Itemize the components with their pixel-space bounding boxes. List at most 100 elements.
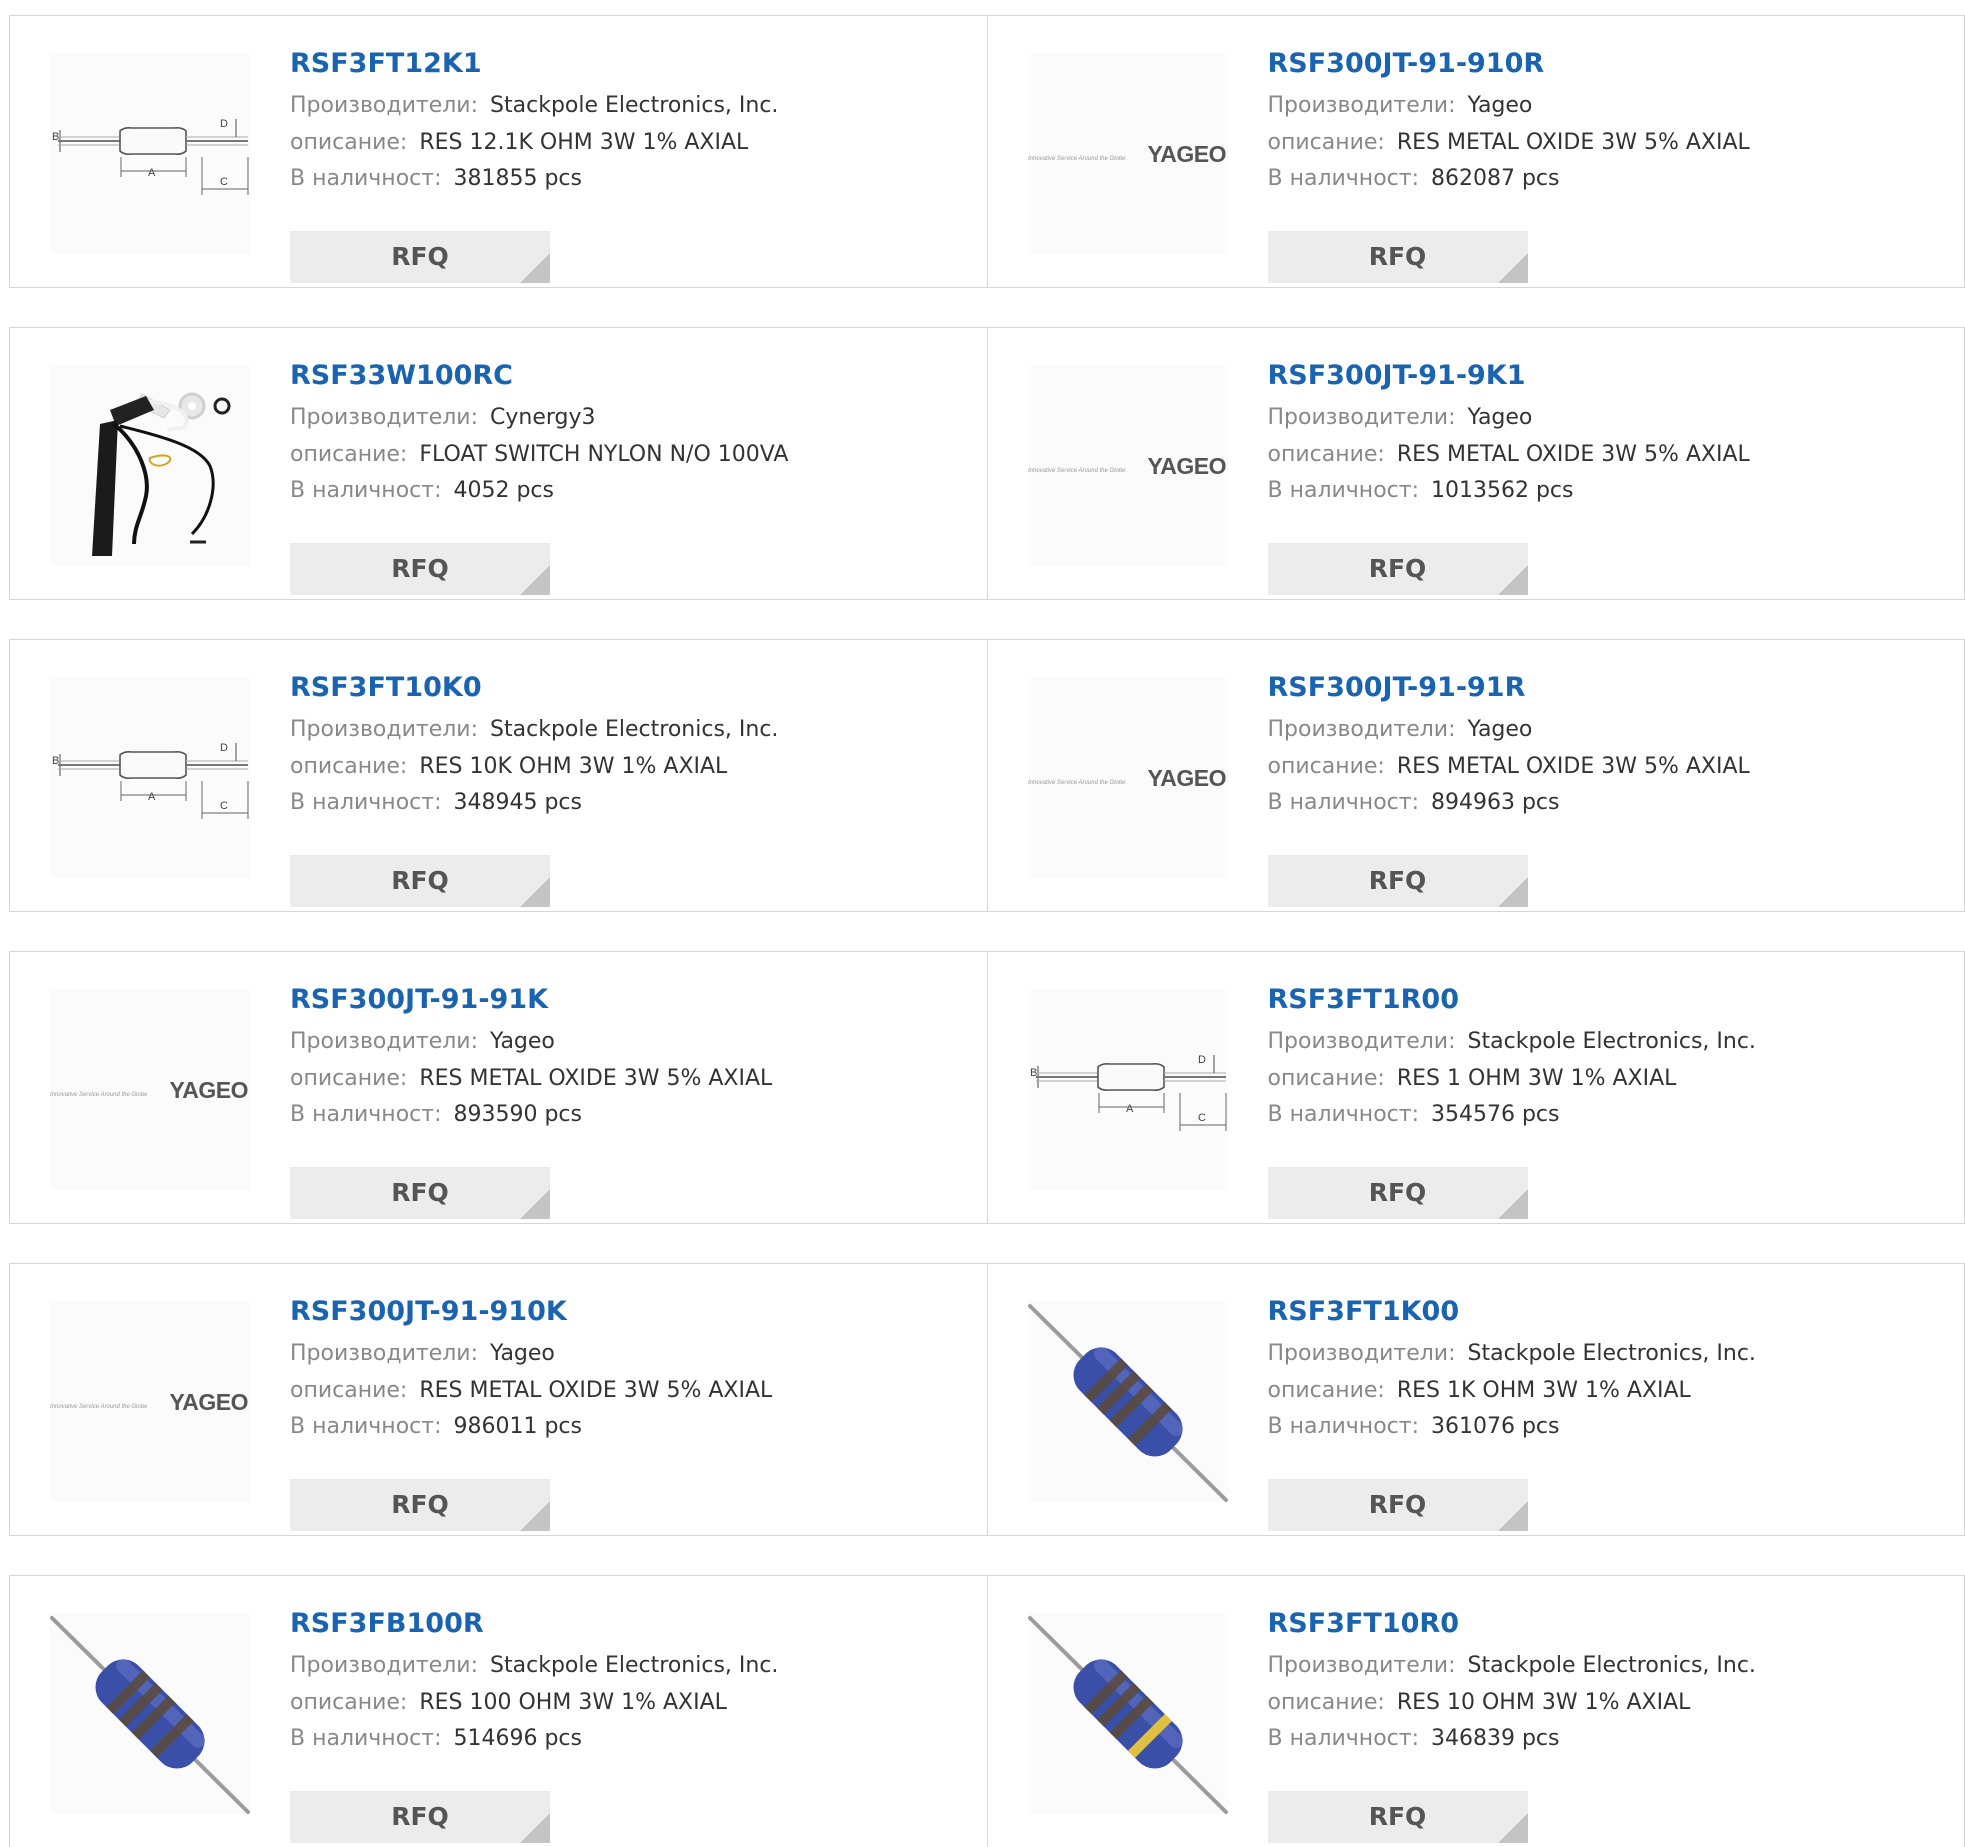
part-number-link[interactable]: RSF3FT1R00 bbox=[1268, 980, 1945, 1020]
product-card: B D A C RSF3FT10K0 Производители: Stackpo… bbox=[10, 640, 987, 911]
manufacturer-line: Производители: Stackpole Electronics, Inc… bbox=[290, 88, 967, 125]
dim-label-c: C bbox=[220, 176, 228, 188]
stock-line: В наличност: 514696 pcs bbox=[290, 1721, 967, 1758]
manufacturer-value: Stackpole Electronics, Inc. bbox=[490, 93, 779, 118]
product-image[interactable] bbox=[1027, 1302, 1228, 1502]
dim-label-a: A bbox=[1126, 1103, 1134, 1115]
product-image[interactable]: Innovative Service Around the Globe YAGE… bbox=[1027, 678, 1228, 878]
dim-label-a: A bbox=[148, 167, 156, 179]
manufacturer-value: Yageo bbox=[490, 1341, 555, 1366]
blue-resistor-image bbox=[1027, 1616, 1228, 1814]
product-info: RSF300JT-91-910R Производители: Yageo опи… bbox=[1267, 44, 1945, 283]
product-image[interactable]: B D A C bbox=[50, 678, 250, 878]
product-image[interactable]: B D A C bbox=[50, 54, 250, 254]
part-number-link[interactable]: RSF3FB100R bbox=[290, 1604, 967, 1644]
stock-label: В наличност: bbox=[1267, 478, 1419, 503]
product-image[interactable]: Innovative Service Around the Globe YAGE… bbox=[1027, 366, 1228, 566]
rfq-button[interactable]: RFQ bbox=[290, 543, 550, 595]
description-value: RES 100 OHM 3W 1% AXIAL bbox=[419, 1689, 727, 1715]
rfq-corner-decoration bbox=[520, 877, 550, 907]
rfq-button[interactable]: RFQ bbox=[1267, 855, 1528, 907]
part-number-link[interactable]: RSF3FT1K00 bbox=[1268, 1292, 1945, 1332]
manufacturer-value: Yageo bbox=[1467, 717, 1533, 742]
stock-line: В наличност: 346839 pcs bbox=[1268, 1721, 1945, 1758]
part-number-link[interactable]: RSF300JT-91-91K bbox=[290, 980, 967, 1020]
stock-label: В наличност: bbox=[1267, 166, 1419, 191]
dim-label-d: D bbox=[220, 118, 228, 130]
product-image[interactable] bbox=[50, 366, 250, 566]
rfq-corner-decoration bbox=[1497, 877, 1528, 907]
product-image[interactable] bbox=[1027, 1614, 1228, 1814]
stock-label: В наличност: bbox=[290, 166, 442, 191]
manufacturer-label: Производители: bbox=[290, 93, 479, 118]
stock-line: В наличност: 4052 pcs bbox=[290, 473, 967, 510]
description-value: RES METAL OXIDE 3W 5% AXIAL bbox=[419, 1065, 773, 1091]
rfq-button[interactable]: RFQ bbox=[1267, 1791, 1528, 1843]
product-info: RSF3FT10K0 Производители: Stackpole Elect… bbox=[290, 668, 967, 907]
rfq-button[interactable]: RFQ bbox=[1267, 1479, 1528, 1531]
rfq-label: RFQ bbox=[1368, 242, 1427, 271]
stock-line: В наличност: 361076 pcs bbox=[1268, 1409, 1945, 1446]
dim-label-a: A bbox=[148, 791, 156, 803]
rfq-label: RFQ bbox=[391, 242, 449, 271]
stock-value: 894963 pcs bbox=[1430, 790, 1560, 815]
yageo-name: YAGEO bbox=[170, 1077, 248, 1103]
manufacturer-line: Производители: Stackpole Electronics, Inc… bbox=[290, 712, 967, 749]
rfq-button[interactable]: RFQ bbox=[290, 855, 550, 907]
description-value: RES METAL OXIDE 3W 5% AXIAL bbox=[1396, 441, 1750, 467]
rfq-button[interactable]: RFQ bbox=[1267, 231, 1528, 283]
part-number-link[interactable]: RSF300JT-91-91R bbox=[1268, 668, 1945, 708]
product-card: RSF3FT10R0 Производители: Stackpole Elect… bbox=[986, 1576, 1965, 1847]
product-image[interactable]: Innovative Service Around the Globe YAGE… bbox=[50, 990, 250, 1190]
yageo-logo-image: Innovative Service Around the Globe YAGE… bbox=[1028, 453, 1227, 479]
product-info: RSF33W100RC Производители: Cynergy3 описа… bbox=[290, 356, 967, 595]
product-image[interactable]: B D A C bbox=[1027, 990, 1228, 1190]
description-value: RES METAL OXIDE 3W 5% AXIAL bbox=[1396, 753, 1750, 779]
rfq-button[interactable]: RFQ bbox=[1267, 543, 1528, 595]
rfq-button[interactable]: RFQ bbox=[1267, 1167, 1528, 1219]
product-row: RSF3FB100R Производители: Stackpole Elect… bbox=[9, 1575, 1965, 1847]
part-number-link[interactable]: RSF3FT10R0 bbox=[1268, 1604, 1945, 1644]
stock-value: 862087 pcs bbox=[1430, 166, 1560, 191]
stock-value: 348945 pcs bbox=[453, 790, 582, 815]
manufacturer-label: Производители: bbox=[1267, 1653, 1456, 1678]
rfq-button[interactable]: RFQ bbox=[290, 1167, 550, 1219]
product-image[interactable] bbox=[50, 1614, 250, 1814]
part-number-link[interactable]: RSF33W100RC bbox=[290, 356, 967, 396]
description-value: RES 12.1K OHM 3W 1% AXIAL bbox=[419, 129, 749, 155]
rfq-label: RFQ bbox=[391, 866, 449, 895]
product-info: RSF3FT1R00 Производители: Stackpole Elect… bbox=[1267, 980, 1945, 1219]
rfq-button[interactable]: RFQ bbox=[290, 231, 550, 283]
part-number-link[interactable]: RSF300JT-91-910K bbox=[290, 1292, 967, 1332]
resistor-dimension-drawing-image: B D A C bbox=[1030, 1054, 1226, 1131]
part-number-link[interactable]: RSF3FT12K1 bbox=[290, 44, 967, 84]
stock-value: 381855 pcs bbox=[453, 166, 582, 191]
part-number-link[interactable]: RSF3FT10K0 bbox=[290, 668, 967, 708]
part-number-link[interactable]: RSF300JT-91-9K1 bbox=[1268, 356, 1945, 396]
description-value: FLOAT SWITCH NYLON N/O 100VA bbox=[419, 441, 789, 467]
rfq-corner-decoration bbox=[520, 1501, 550, 1531]
manufacturer-label: Производители: bbox=[1267, 405, 1456, 430]
yageo-logo-image: Innovative Service Around the Globe YAGE… bbox=[50, 1077, 249, 1103]
manufacturer-label: Производители: bbox=[1267, 1341, 1456, 1366]
product-info: RSF3FB100R Производители: Stackpole Elect… bbox=[290, 1604, 967, 1843]
rfq-button[interactable]: RFQ bbox=[290, 1479, 550, 1531]
product-image[interactable]: Innovative Service Around the Globe YAGE… bbox=[50, 1302, 250, 1502]
product-info: RSF3FT10R0 Производители: Stackpole Elect… bbox=[1267, 1604, 1945, 1843]
yageo-name: YAGEO bbox=[1147, 453, 1225, 479]
stock-value: 346839 pcs bbox=[1430, 1726, 1560, 1751]
stock-value: 514696 pcs bbox=[453, 1726, 582, 1751]
part-number-link[interactable]: RSF300JT-91-910R bbox=[1268, 44, 1945, 84]
product-card: Innovative Service Around the Globe YAGE… bbox=[986, 328, 1965, 599]
description-value: RES METAL OXIDE 3W 5% AXIAL bbox=[419, 1377, 773, 1403]
product-image[interactable]: Innovative Service Around the Globe YAGE… bbox=[1027, 54, 1228, 254]
yageo-name: YAGEO bbox=[1147, 141, 1225, 167]
description-value: RES 10K OHM 3W 1% AXIAL bbox=[419, 753, 728, 779]
product-card: Innovative Service Around the Globe YAGE… bbox=[986, 16, 1965, 287]
rfq-label: RFQ bbox=[1368, 1490, 1427, 1519]
rfq-label: RFQ bbox=[391, 1802, 449, 1831]
manufacturer-value: Cynergy3 bbox=[490, 405, 596, 430]
stock-value: 354576 pcs bbox=[1430, 1102, 1560, 1127]
product-info: RSF300JT-91-910K Производители: Yageo опи… bbox=[290, 1292, 967, 1531]
rfq-button[interactable]: RFQ bbox=[290, 1791, 550, 1843]
